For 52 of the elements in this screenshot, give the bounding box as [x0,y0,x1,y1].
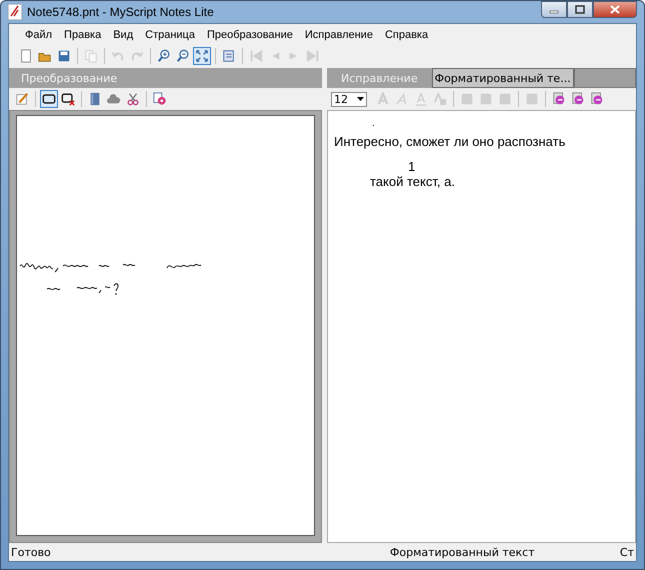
first-icon [249,49,263,63]
save-icon [57,49,71,63]
page-icon [222,49,236,63]
minimize-button[interactable] [541,1,567,18]
status-text: Готово [11,546,52,558]
text-line: 1 [408,159,416,174]
scissors-icon [126,92,140,106]
panel-tab[interactable]: Форматированный те... [432,68,574,88]
zoomout-icon [176,49,190,63]
block-icon [525,92,539,106]
close-icon [610,5,620,14]
pen-icon [15,92,29,106]
book-icon [88,92,102,106]
menu-item[interactable]: Справка [378,27,434,43]
close-button[interactable] [593,1,637,18]
menu-item[interactable]: Преобразование [200,27,299,43]
status-text: Ст [620,546,634,558]
redo-icon [130,49,144,63]
new-icon [19,49,33,63]
panel-title: Преобразование [20,71,118,87]
font-size-dropdown[interactable]: 12 [331,92,367,106]
frameclear-icon [61,92,75,106]
app-icon [8,4,22,20]
caret-icon [357,97,364,101]
highlight-icon [433,92,447,106]
bold-icon [376,92,390,106]
underline-icon [414,92,428,106]
window-title: Note5748.pnt - MyScript Notes Lite [27,5,215,19]
text-line: такой текст, а. [370,174,456,189]
cloud-icon [107,92,121,106]
status-text: Форматированный текст [390,546,536,558]
text-line: Интересно, сможет ли оно распознать [334,134,566,149]
copy-icon [84,49,98,63]
fit-button[interactable] [193,47,211,65]
italic-icon [395,92,409,106]
zoomin-icon [157,49,171,63]
block-icon [498,92,512,106]
block-icon [479,92,493,106]
menu-item[interactable]: Файл [19,27,58,43]
menu-item[interactable]: Страница [139,27,201,43]
maximize-button[interactable] [567,1,593,18]
maximize-icon [575,5,585,14]
menu-item[interactable]: Вид [107,27,140,43]
undo-icon [111,49,125,63]
menu-item[interactable]: Правка [58,27,108,43]
last-icon [306,49,320,63]
dot-mark: . [372,119,376,129]
fit-icon [195,49,209,63]
menu-item[interactable]: Исправление [298,27,379,43]
block-icon [460,92,474,106]
frame-button[interactable] [40,90,58,108]
frame-icon [42,92,56,106]
